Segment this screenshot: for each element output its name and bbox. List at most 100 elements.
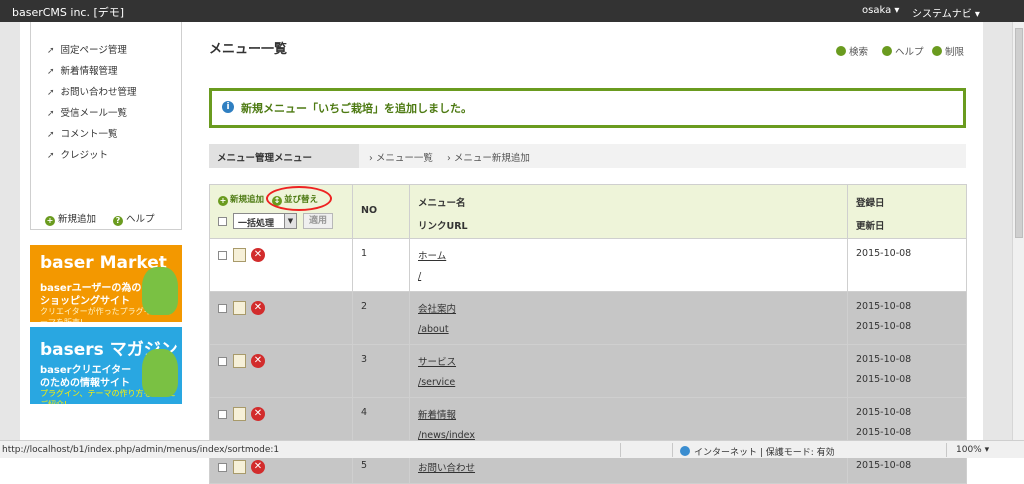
- admin-top-bar: baserCMS inc. [デモ] osaka ▾ システムナビ ▾: [0, 0, 1024, 22]
- bulk-action-select[interactable]: 一括処理 ▼: [233, 213, 297, 229]
- delete-icon[interactable]: ✕: [251, 407, 265, 421]
- question-icon: [882, 46, 892, 56]
- sidebar-item-received-mail[interactable]: ➚ 受信メール一覧: [47, 105, 127, 119]
- menu-list-link[interactable]: › メニュー一覧: [369, 150, 433, 164]
- header-name-url: メニュー名 リンクURL: [409, 184, 848, 239]
- sidebar-item-label: 新着情報管理: [60, 66, 118, 77]
- row-checkbox[interactable]: [218, 303, 227, 313]
- table-row: ✕ 1 ホーム / 2015-10-08: [209, 238, 967, 292]
- arrow-icon: ➚: [47, 151, 55, 161]
- row-name-url: 会社案内/about: [409, 291, 848, 345]
- row-no: 1: [352, 238, 410, 292]
- site-name-link[interactable]: baserCMS inc. [デモ]: [12, 4, 124, 20]
- header-no: NO: [352, 184, 410, 239]
- security-zone[interactable]: インターネット | 保護モード: 有効: [680, 445, 835, 458]
- row-actions: ✕: [209, 238, 353, 292]
- help-link[interactable]: ヘルプ: [882, 44, 924, 58]
- delete-icon[interactable]: ✕: [251, 460, 265, 474]
- sidebar-item-comments[interactable]: ➚ コメント一覧: [47, 126, 118, 140]
- scrollbar-thumb[interactable]: [1015, 28, 1023, 238]
- menu-name-link[interactable]: ホーム: [418, 248, 839, 262]
- lock-icon: [932, 46, 942, 56]
- menu-name-link[interactable]: 会社案内: [418, 301, 839, 315]
- menu-add-link[interactable]: › メニュー新規追加: [447, 150, 530, 164]
- separator: [946, 443, 947, 457]
- separator: [620, 443, 621, 457]
- edit-icon[interactable]: [233, 301, 246, 315]
- row-dates: 2015-10-08 2015-10-08: [847, 291, 967, 345]
- arrow-icon: ➚: [47, 109, 55, 119]
- select-all-checkbox[interactable]: [218, 216, 227, 226]
- row-actions: ✕: [209, 344, 353, 398]
- menu-name-link[interactable]: お問い合わせ: [418, 460, 839, 474]
- arrow-icon: ➚: [47, 88, 55, 98]
- browser-status-bar: http://localhost/b1/index.php/admin/menu…: [0, 440, 1024, 458]
- sidebar-item-label: クレジット: [60, 150, 109, 161]
- edit-icon[interactable]: [233, 460, 246, 474]
- info-icon: i: [222, 101, 234, 113]
- row-dates: 2015-10-08 2015-10-08: [847, 344, 967, 398]
- row-checkbox[interactable]: [218, 462, 227, 472]
- sidebar-item-label: お問い合わせ管理: [60, 87, 137, 98]
- search-link[interactable]: 検索: [836, 44, 868, 58]
- row-name-url: サービス/service: [409, 344, 848, 398]
- question-icon: ?: [113, 216, 123, 226]
- table-header-row: + 新規追加 ↕ 並び替え 一括処理 ▼ 適用 NO メニュー名 リンクURL 登録日 更新日: [209, 184, 967, 239]
- row-checkbox[interactable]: [218, 250, 227, 260]
- zoom-level[interactable]: 100% ▾: [956, 445, 989, 455]
- sidebar-item-credit[interactable]: ➚ クレジット: [47, 147, 108, 161]
- menu-url-link[interactable]: /: [418, 271, 839, 282]
- row-dates: 2015-10-08: [847, 238, 967, 292]
- plus-icon: +: [45, 216, 55, 226]
- header-actions-cell: + 新規追加 ↕ 並び替え 一括処理 ▼ 適用: [209, 184, 353, 239]
- header-dates: 登録日 更新日: [847, 184, 967, 239]
- sidebar-item-label: 固定ページ管理: [60, 45, 127, 56]
- sidebar-item-label: 受信メール一覧: [60, 108, 128, 119]
- left-gutter: [0, 22, 20, 440]
- delete-icon[interactable]: ✕: [251, 248, 265, 262]
- sub-menu-title: メニュー管理メニュー: [209, 144, 359, 168]
- sort-link[interactable]: ↕ 並び替え: [272, 193, 318, 206]
- menu-url-link[interactable]: /service: [418, 377, 839, 388]
- arrow-icon: ➚: [47, 46, 55, 56]
- right-gutter: [983, 22, 1012, 440]
- edit-icon[interactable]: [233, 248, 246, 262]
- delete-icon[interactable]: ✕: [251, 301, 265, 315]
- add-new-link[interactable]: + 新規追加: [218, 193, 264, 206]
- success-notice: i 新規メニュー「いちご栽培」を追加しました。: [209, 88, 966, 128]
- page-title: メニュー一覧: [209, 42, 288, 57]
- delete-icon[interactable]: ✕: [251, 354, 265, 368]
- edit-icon[interactable]: [233, 407, 246, 421]
- basers-magazine-banner[interactable]: basers マガジン baserクリエイター のための情報サイト プラグイン、…: [30, 327, 182, 404]
- sidebar-item-contact[interactable]: ➚ お問い合わせ管理: [47, 84, 137, 98]
- sidebar-item-news[interactable]: ➚ 新着情報管理: [47, 63, 118, 77]
- arrow-icon: ➚: [47, 67, 55, 77]
- user-menu[interactable]: osaka ▾: [862, 5, 899, 16]
- menu-url-link[interactable]: /about: [418, 324, 839, 335]
- edit-icon[interactable]: [233, 354, 246, 368]
- menu-name-link[interactable]: 新着情報: [418, 407, 839, 421]
- chevron-down-icon: ▼: [284, 214, 296, 228]
- sidebar-item-pages[interactable]: ➚ 固定ページ管理: [47, 42, 127, 56]
- row-checkbox[interactable]: [218, 356, 227, 366]
- plus-icon: +: [218, 196, 228, 206]
- baser-market-banner[interactable]: baser Market baserユーザーの為の ショッピングサイト クリエイ…: [30, 245, 182, 322]
- table-row: ✕ 2 会社案内/about 2015-10-08 2015-10-08: [209, 291, 967, 345]
- apply-button[interactable]: 適用: [303, 213, 333, 229]
- sidebar-add-button[interactable]: + 新規追加: [45, 211, 96, 226]
- sidebar-help-button[interactable]: ? ヘルプ: [113, 211, 155, 226]
- sub-menu-bar: メニュー管理メニュー › メニュー一覧 › メニュー新規追加: [209, 144, 966, 168]
- system-nav-menu[interactable]: システムナビ ▾: [912, 5, 980, 20]
- menu-name-link[interactable]: サービス: [418, 354, 839, 368]
- arrow-icon: ➚: [47, 130, 55, 140]
- limit-link[interactable]: 制限: [932, 44, 964, 58]
- row-no: 2: [352, 291, 410, 345]
- mascot-image: [142, 267, 178, 315]
- globe-icon: [680, 446, 690, 456]
- row-checkbox[interactable]: [218, 409, 227, 419]
- vertical-scrollbar[interactable]: [1012, 22, 1024, 440]
- menu-list-table: + 新規追加 ↕ 並び替え 一括処理 ▼ 適用 NO メニュー名 リンクURL 登録日 更新日…: [209, 184, 967, 484]
- notice-message: 新規メニュー「いちご栽培」を追加しました。: [241, 102, 472, 115]
- table-row: ✕ 3 サービス/service 2015-10-08 2015-10-08: [209, 344, 967, 398]
- sidebar-panel: ➚ 固定ページ管理 ➚ 新着情報管理 ➚ お問い合わせ管理 ➚ 受信メール一覧 ➚ コメン…: [30, 22, 182, 230]
